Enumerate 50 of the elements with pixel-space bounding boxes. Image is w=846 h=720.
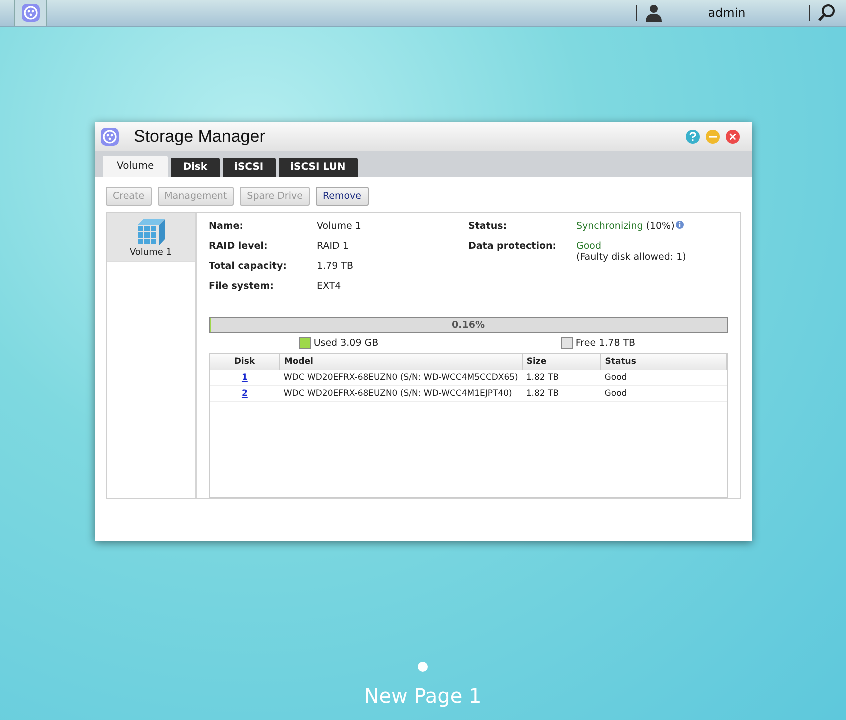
info-icon[interactable] <box>676 221 684 229</box>
field-label: Data protection: <box>468 241 558 254</box>
table-cell: Good <box>600 370 726 386</box>
field-value: EXT4 <box>317 281 342 294</box>
disk-link[interactable]: 2 <box>242 388 248 398</box>
cube-icon <box>136 218 166 246</box>
legend-label: Used 3.09 GB <box>314 338 379 348</box>
toolbar-button[interactable]: Remove <box>316 187 369 206</box>
column-header: Disk <box>210 354 280 370</box>
field-value: 1.79 TB <box>317 261 354 274</box>
usage-percent: 0.16% <box>452 320 485 330</box>
user-icon[interactable] <box>645 4 663 22</box>
minimize-icon[interactable] <box>706 130 720 144</box>
field-label: Name: <box>209 221 245 234</box>
column-header: Size <box>522 354 601 370</box>
column-header: Status <box>600 354 726 370</box>
help-icon[interactable] <box>686 130 700 144</box>
field-label: File system: <box>209 281 275 294</box>
volume-item[interactable]: Volume 1 <box>107 213 195 262</box>
legend-label: Free 1.78 TB <box>576 338 636 348</box>
tab[interactable]: iSCSI <box>222 158 276 177</box>
status-value: Synchronizing <box>576 221 644 232</box>
page-title: New Page 1 <box>364 684 482 708</box>
table-cell: WDC WD20EFRX-68EUZN0 (S/N: WD-WCC4M1EJPT40) <box>280 386 522 402</box>
column-header: Model <box>280 354 522 370</box>
status-note: (Faulty disk allowed: 1) <box>576 252 686 263</box>
volume-label: Volume 1 <box>130 248 172 258</box>
field-label: Status: <box>468 221 508 234</box>
storage-app-icon[interactable] <box>20 3 40 23</box>
user-name[interactable]: admin <box>667 6 787 20</box>
field-label: Total capacity: <box>209 261 288 274</box>
close-icon[interactable] <box>726 130 740 144</box>
window-title: Storage Manager <box>134 126 266 146</box>
status-note: (10%) <box>646 221 675 232</box>
field-label: RAID level: <box>209 241 269 254</box>
search-icon[interactable] <box>818 4 836 22</box>
tab[interactable]: Disk <box>171 158 220 177</box>
field-value: RAID 1 <box>317 241 349 254</box>
tab[interactable]: iSCSI LUN <box>278 158 358 177</box>
page-dot[interactable] <box>418 662 428 672</box>
table-cell: Good <box>600 386 726 402</box>
tab[interactable]: Volume <box>103 156 168 177</box>
table-cell: WDC WD20EFRX-68EUZN0 (S/N: WD-WCC4M5CCDX65) <box>280 370 522 386</box>
app-button[interactable] <box>14 0 47 26</box>
field-value: Volume 1 <box>317 221 362 234</box>
disk-link[interactable]: 1 <box>242 372 248 382</box>
table-cell: 1.82 TB <box>522 386 601 402</box>
storage-app-icon <box>100 126 120 146</box>
table-cell: 1.82 TB <box>522 370 601 386</box>
status-value: Good <box>576 241 602 252</box>
